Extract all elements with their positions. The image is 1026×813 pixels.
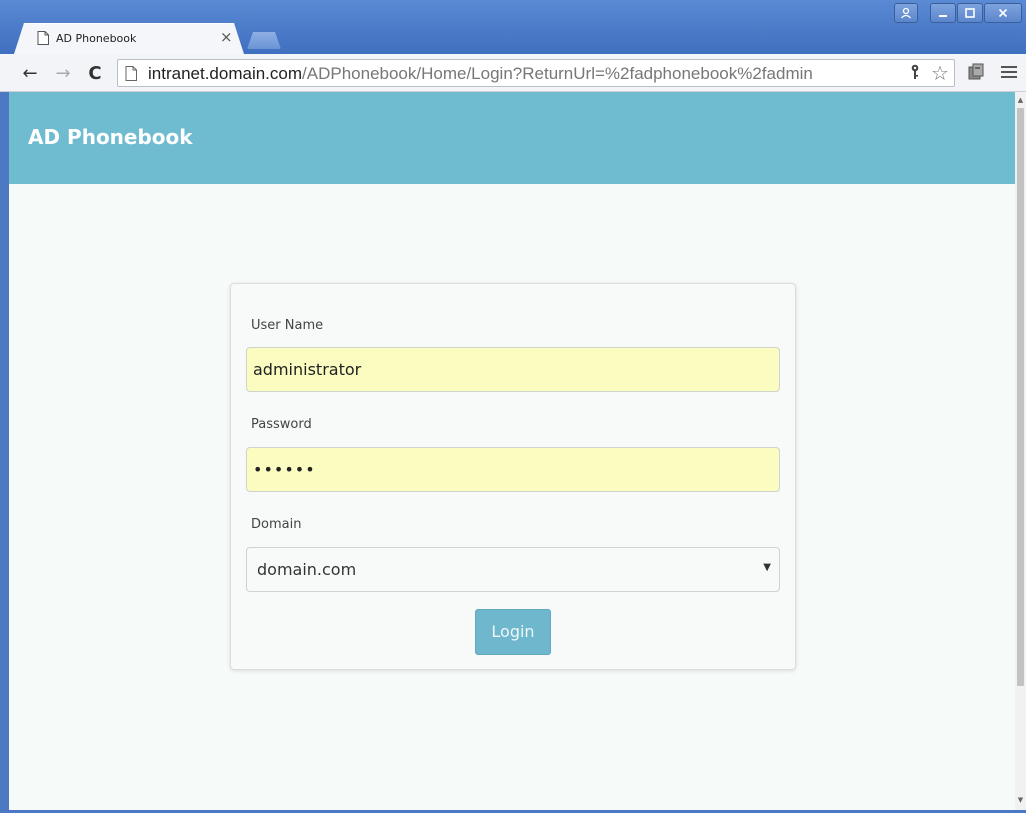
title-bar: AD Phonebook × (0, 0, 1026, 54)
domain-label: Domain (251, 517, 302, 532)
scroll-down-icon[interactable]: ▼ (1017, 796, 1024, 804)
extension-icon[interactable] (967, 63, 985, 81)
chevron-down-icon: ▼ (763, 562, 771, 573)
tab-close-icon[interactable]: × (220, 28, 233, 46)
login-button[interactable]: Login (475, 609, 551, 655)
password-field[interactable] (246, 447, 780, 492)
address-bar[interactable]: intranet.domain.com/ADPhonebook/Home/Log… (117, 59, 955, 87)
url-host: intranet.domain.com (148, 64, 303, 83)
tab-title: AD Phonebook (56, 32, 137, 45)
new-tab-button[interactable] (247, 32, 281, 49)
app-brand[interactable]: AD Phonebook (28, 125, 193, 149)
page-icon (37, 31, 49, 45)
vertical-scrollbar[interactable]: ▲ ▼ (1015, 92, 1026, 810)
username-field[interactable] (246, 347, 780, 392)
app-navbar: AD Phonebook (9, 92, 1015, 184)
back-arrow-icon[interactable]: ← (19, 62, 41, 84)
page-icon (125, 66, 137, 81)
password-label: Password (251, 417, 312, 432)
domain-selected-value: domain.com (257, 560, 357, 579)
key-icon[interactable] (910, 64, 920, 84)
forward-arrow-icon[interactable]: → (52, 62, 74, 84)
bookmark-star-icon[interactable]: ☆ (931, 61, 949, 85)
url-text[interactable]: intranet.domain.com/ADPhonebook/Home/Log… (148, 64, 813, 84)
browser-window: AD Phonebook × ← → C intranet.domain.com… (0, 0, 1026, 813)
reload-icon[interactable]: C (84, 62, 106, 84)
menu-icon[interactable] (1001, 63, 1017, 81)
close-icon[interactable] (984, 3, 1022, 23)
minimize-icon[interactable] (930, 3, 956, 23)
user-icon[interactable] (894, 3, 918, 23)
browser-tab[interactable]: AD Phonebook × (14, 23, 244, 54)
url-path: /ADPhonebook/Home/Login?ReturnUrl=%2fadp… (302, 64, 813, 83)
domain-select[interactable]: domain.com ▼ (246, 547, 780, 592)
page-viewport: AD Phonebook User Name Password Domain d… (9, 92, 1015, 810)
username-label: User Name (251, 318, 324, 333)
browser-toolbar: ← → C intranet.domain.com/ADPhonebook/Ho… (0, 54, 1026, 92)
scrollbar-thumb[interactable] (1017, 108, 1024, 686)
scroll-up-icon[interactable]: ▲ (1017, 96, 1024, 104)
maximize-icon[interactable] (957, 3, 983, 23)
login-panel: User Name Password Domain domain.com ▼ L… (230, 283, 796, 670)
